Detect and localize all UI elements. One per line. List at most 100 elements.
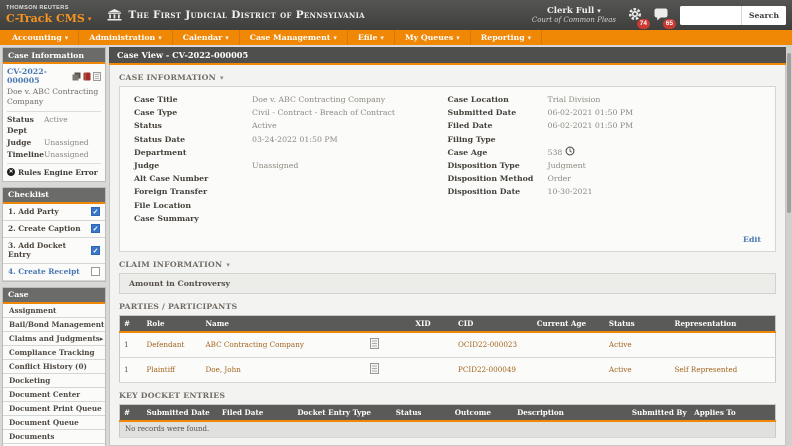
field-case-age: Case Age538 xyxy=(448,146,762,159)
field-status: StatusActive xyxy=(134,119,448,132)
field-alt-case-number: Alt Case Number xyxy=(134,172,448,185)
sidebar-item-docketing[interactable]: Docketing xyxy=(3,374,105,388)
checkbox-checked[interactable] xyxy=(91,207,100,216)
section-case-information[interactable]: CASE INFORMATION xyxy=(119,73,776,82)
copy-case-icon[interactable] xyxy=(72,72,81,81)
menu-my-queues[interactable]: My Queues xyxy=(395,30,471,45)
edit-link[interactable]: Edit xyxy=(743,235,761,244)
checkbox-checked[interactable] xyxy=(91,224,100,233)
history-clock-icon[interactable] xyxy=(565,146,575,158)
party-cid-link[interactable]: OCID22-000023 xyxy=(454,332,533,358)
case-field-dept: Dept xyxy=(7,124,101,136)
error-circle-x-icon: ✕ xyxy=(7,168,15,176)
brand-menu[interactable]: THOMSON REUTERS C-Track CMS xyxy=(6,6,91,24)
chevron-down-icon xyxy=(597,7,601,14)
search-button[interactable]: Search xyxy=(741,6,786,25)
checkbox-checked[interactable] xyxy=(91,246,100,255)
party-note-icon[interactable] xyxy=(370,363,379,374)
content-area: Case Information CV-2022-000005 Doe v. A… xyxy=(0,45,792,446)
sidebar-item-claims-and-judgments[interactable]: Claims and Judgments xyxy=(3,332,105,346)
menu-case-management[interactable]: Case Management xyxy=(240,30,348,45)
main-panel: Case View - CV-2022-000005 CASE INFORMAT… xyxy=(109,47,786,446)
checklist-item-create-receipt[interactable]: 4. Create Receipt xyxy=(3,264,105,281)
section-key-docket-entries: KEY DOCKET ENTRIES xyxy=(119,391,776,400)
checklist-panel-title: Checklist xyxy=(3,188,105,204)
user-role: Court of Common Pleas xyxy=(532,16,616,24)
checklist-item-create-caption[interactable]: 2. Create Caption xyxy=(3,221,105,238)
case-number-link[interactable]: CV-2022-000005 xyxy=(7,67,70,85)
chevron-down-icon xyxy=(220,74,224,81)
party-name-link[interactable]: ABC Contracting Company xyxy=(201,332,365,358)
sidebar-item-documents[interactable]: Documents xyxy=(3,430,105,444)
ctrack-cms-page: THOMSON REUTERS C-Track CMS The First Ju… xyxy=(0,0,792,446)
checklist-item-add-docket-entry[interactable]: 3. Add Docket Entry xyxy=(3,238,105,264)
note-icon[interactable] xyxy=(93,72,101,81)
menu-accounting[interactable]: Accounting xyxy=(2,30,79,45)
menu-efile[interactable]: Efile xyxy=(348,30,395,45)
sidebar-item-conflict-history[interactable]: Conflict History (0) xyxy=(3,360,105,374)
search-input[interactable] xyxy=(680,6,741,25)
chat-count-badge: 65 xyxy=(663,19,676,29)
case-field-timeline: TimelineUnassigned xyxy=(7,147,101,159)
field-disposition-method: Disposition MethodOrder xyxy=(448,172,762,185)
gear-count-badge: 74 xyxy=(637,19,650,29)
menu-administration[interactable]: Administration xyxy=(79,30,172,45)
field-department: Department xyxy=(134,146,448,159)
messages-button[interactable]: 65 xyxy=(654,6,668,25)
brand-ctrack-label: C-Track CMS xyxy=(6,13,85,24)
chevron-down-icon xyxy=(65,34,69,41)
case-field-status: StatusActive xyxy=(7,112,101,124)
user-menu[interactable]: Clerk Full Court of Common Pleas xyxy=(532,6,616,25)
bank-icon xyxy=(107,6,122,25)
section-claim-information[interactable]: CLAIM INFORMATION xyxy=(119,260,776,269)
field-file-location: File Location xyxy=(134,199,448,212)
global-search: Search xyxy=(680,6,786,25)
field-status-date: Status Date03-24-2022 01:50 PM xyxy=(134,133,448,146)
rules-engine-error[interactable]: ✕ Rules Engine Error xyxy=(7,163,101,177)
field-disposition-type: Disposition TypeJudgment xyxy=(448,159,762,172)
top-bar: THOMSON REUTERS C-Track CMS The First Ju… xyxy=(0,0,792,30)
sidebar-item-assignment[interactable]: Assignment xyxy=(3,304,105,318)
checkbox-unchecked[interactable] xyxy=(91,267,100,276)
field-case-type: Case TypeCivil - Contract - Breach of Co… xyxy=(134,106,448,119)
settings-gear-button[interactable]: 74 xyxy=(628,6,642,25)
field-filed-date: Filed Date06-02-2021 01:50 PM xyxy=(448,119,762,132)
case-menu-panel-title: Case xyxy=(3,288,105,304)
menu-calendar[interactable]: Calendar xyxy=(173,30,240,45)
party-role-link[interactable]: Plaintiff xyxy=(142,357,201,382)
sidebar-item-compliance-tracking[interactable]: Compliance Tracking xyxy=(3,346,105,360)
party-cid-link[interactable]: PCID22-000049 xyxy=(454,357,533,382)
submenu-arrow-icon xyxy=(100,334,104,343)
sidebar-item-document-center[interactable]: Document Center xyxy=(3,388,105,402)
field-foreign-transfer: Foreign Transfer xyxy=(134,185,448,198)
sidebar-item-document-print-queue[interactable]: Document Print Queue xyxy=(3,402,105,416)
chevron-down-icon xyxy=(158,34,162,41)
menu-reporting[interactable]: Reporting xyxy=(471,30,542,45)
party-note-icon[interactable] xyxy=(370,338,379,349)
party-role-link[interactable]: Defendant xyxy=(142,332,201,358)
case-info-right-column: Case LocationTrial Division Submitted Da… xyxy=(448,93,762,225)
case-information-panel: Case Information CV-2022-000005 Doe v. A… xyxy=(2,47,106,182)
party-name-link[interactable]: Doe, John xyxy=(201,357,365,382)
red-book-icon[interactable] xyxy=(83,72,91,81)
field-filing-type: Filing Type xyxy=(448,133,762,146)
scrollbar-thumb[interactable] xyxy=(787,53,791,213)
field-judge: JudgeUnassigned xyxy=(134,159,448,172)
sidebar-item-bail-bond-management[interactable]: Bail/Bond Management xyxy=(3,318,105,332)
main-menu-bar: Accounting Administration Calendar Case … xyxy=(0,30,792,45)
field-case-summary: Case Summary xyxy=(134,212,448,225)
case-menu-panel: Case Assignment Bail/Bond Management Cla… xyxy=(2,287,106,446)
sidebar-item-document-queue[interactable]: Document Queue xyxy=(3,416,105,430)
amount-in-controversy-row[interactable]: Amount in Controversy xyxy=(119,273,776,294)
no-records-row: No records were found. xyxy=(120,421,776,438)
checklist-panel: Checklist 1. Add Party 2. Create Caption… xyxy=(2,187,106,282)
court-header: The First Judicial District of Pennsylva… xyxy=(107,6,365,25)
vertical-scrollbar[interactable] xyxy=(786,45,792,446)
case-field-judge: JudgeUnassigned xyxy=(7,135,101,147)
party-representation: Self Represented xyxy=(671,357,776,382)
checklist-item-add-party[interactable]: 1. Add Party xyxy=(3,204,105,221)
field-disposition-date: Disposition Date10-30-2021 xyxy=(448,185,762,198)
key-docket-table: # Submitted Date Filed Date Docket Entry… xyxy=(119,404,776,438)
case-name: Doe v. ABC Contracting Company xyxy=(7,85,101,112)
parties-table: # Role Name XID CID Current Age Status R… xyxy=(119,315,776,383)
